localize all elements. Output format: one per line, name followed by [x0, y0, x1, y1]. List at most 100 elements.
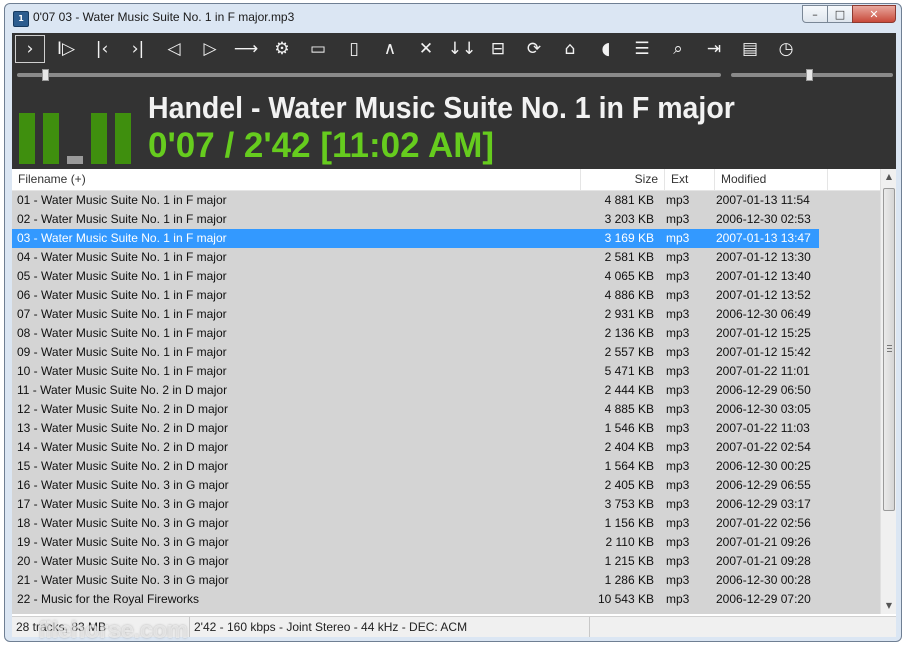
file-ext: mp3 — [666, 307, 690, 321]
file-size: 3 753 KB — [604, 497, 654, 511]
file-ext: mp3 — [666, 250, 690, 264]
column-header-ext[interactable]: Ext — [665, 169, 715, 190]
table-row[interactable]: 04 - Water Music Suite No. 1 in F major 2… — [12, 248, 880, 267]
up-button[interactable]: ∧ — [375, 35, 405, 63]
table-row[interactable]: 02 - Water Music Suite No. 1 in F major 3… — [12, 210, 880, 229]
file-name: 17 - Water Music Suite No. 3 in G major — [17, 497, 229, 511]
panel-button[interactable]: ▯ — [339, 35, 369, 63]
table-row[interactable]: 06 - Water Music Suite No. 1 in F major 4… — [12, 286, 880, 305]
file-name: 22 - Music for the Royal Fireworks — [17, 592, 200, 606]
file-modified: 2007-01-13 11:54 — [716, 193, 810, 207]
goto-button[interactable]: ⟶ — [231, 35, 261, 63]
table-row[interactable]: 20 - Water Music Suite No. 3 in G major 1… — [12, 552, 880, 571]
maximize-button[interactable]: □ — [827, 5, 853, 23]
table-row[interactable]: 19 - Water Music Suite No. 3 in G major 2… — [12, 533, 880, 552]
nextfolder-button[interactable]: ▷ — [195, 35, 225, 63]
file-modified: 2006-12-29 07:20 — [716, 592, 811, 606]
file-name: 01 - Water Music Suite No. 1 in F major — [17, 193, 227, 207]
file-size: 10 543 KB — [597, 592, 654, 606]
table-row[interactable]: 08 - Water Music Suite No. 1 in F major 2… — [12, 324, 880, 343]
file-size: 2 931 KB — [604, 307, 654, 321]
file-size: 4 885 KB — [604, 402, 654, 416]
file-modified: 2006-12-30 02:53 — [716, 212, 811, 226]
scroll-thumb[interactable] — [883, 188, 895, 511]
app-icon[interactable]: 1 — [13, 11, 29, 27]
table-row[interactable]: 16 - Water Music Suite No. 3 in G major 2… — [12, 476, 880, 495]
split-button[interactable]: ⊟ — [483, 35, 513, 63]
play-icon: › — [26, 39, 34, 59]
table-row[interactable]: 03 - Water Music Suite No. 1 in F major 3… — [12, 229, 880, 248]
file-modified: 2007-01-22 11:01 — [716, 364, 810, 378]
close-button[interactable]: ✕ — [411, 35, 441, 63]
seek-thumb[interactable] — [42, 69, 50, 81]
scroll-up-icon[interactable]: ▲ — [881, 169, 897, 185]
prevfolder-button[interactable]: ◁ — [159, 35, 189, 63]
file-modified: 2007-01-12 13:52 — [716, 288, 811, 302]
table-row[interactable]: 14 - Water Music Suite No. 2 in D major 2… — [12, 438, 880, 457]
home-button[interactable]: ⌂ — [555, 35, 585, 63]
list-button[interactable]: ☰ — [627, 35, 657, 63]
table-row[interactable]: 18 - Water Music Suite No. 3 in G major 1… — [12, 514, 880, 533]
meter-bar — [19, 113, 35, 164]
next-button[interactable]: ›| — [123, 35, 153, 63]
vertical-scrollbar[interactable]: ▲ ▼ — [880, 169, 896, 614]
close-window-button[interactable]: ✕ — [852, 5, 896, 23]
refresh-button[interactable]: ⟳ — [519, 35, 549, 63]
column-header-size[interactable]: Size — [581, 169, 665, 190]
table-row[interactable]: 13 - Water Music Suite No. 2 in D major 1… — [12, 419, 880, 438]
refresh-icon: ⟳ — [526, 39, 542, 59]
window-controls: – □ ✕ — [802, 5, 896, 23]
title-bar[interactable]: 1 0'07 03 - Water Music Suite No. 1 in F… — [5, 4, 901, 32]
file-size: 5 471 KB — [604, 364, 654, 378]
column-header-modified[interactable]: Modified — [715, 169, 828, 190]
sort-button[interactable]: ↓↓ — [447, 35, 477, 63]
pause-button[interactable]: I▷ — [51, 35, 81, 63]
search-button[interactable]: ⌕ — [663, 35, 693, 63]
table-row[interactable]: 10 - Water Music Suite No. 1 in F major 5… — [12, 362, 880, 381]
remove-button[interactable]: ⇥ — [699, 35, 729, 63]
file-modified: 2006-12-30 00:25 — [716, 459, 811, 473]
file-ext: mp3 — [666, 231, 690, 245]
file-name: 09 - Water Music Suite No. 1 in F major — [17, 345, 227, 359]
table-row[interactable]: 15 - Water Music Suite No. 2 in D major 1… — [12, 457, 880, 476]
table-row[interactable]: 17 - Water Music Suite No. 3 in G major 3… — [12, 495, 880, 514]
table-row[interactable]: 09 - Water Music Suite No. 1 in F major 2… — [12, 343, 880, 362]
file-modified: 2006-12-30 03:05 — [716, 402, 811, 416]
file-modified: 2006-12-29 06:55 — [716, 478, 811, 492]
table-row[interactable]: 07 - Water Music Suite No. 1 in F major 2… — [12, 305, 880, 324]
close-icon: ✕ — [418, 39, 434, 59]
file-name: 19 - Water Music Suite No. 3 in G major — [17, 535, 229, 549]
file-size: 3 169 KB — [604, 231, 654, 245]
file-ext: mp3 — [666, 364, 690, 378]
seek-bar[interactable] — [17, 73, 721, 77]
table-row[interactable]: 01 - Water Music Suite No. 1 in F major 4… — [12, 191, 880, 210]
volume-thumb[interactable] — [805, 69, 813, 81]
scroll-down-icon[interactable]: ▼ — [881, 598, 897, 614]
settings-button[interactable]: ⚙ — [267, 35, 297, 63]
file-ext: mp3 — [666, 497, 690, 511]
minimize-button[interactable]: – — [802, 5, 828, 23]
table-row[interactable]: 05 - Water Music Suite No. 1 in F major 4… — [12, 267, 880, 286]
table-row[interactable]: 21 - Water Music Suite No. 3 in G major 1… — [12, 571, 880, 590]
table-row[interactable]: 22 - Music for the Royal Fireworks 10 543… — [12, 590, 880, 609]
prev-button[interactable]: |‹ — [87, 35, 117, 63]
info-button[interactable]: ▤ — [735, 35, 765, 63]
file-name: 14 - Water Music Suite No. 2 in D major — [17, 440, 228, 454]
file-name: 07 - Water Music Suite No. 1 in F major — [17, 307, 227, 321]
file-ext: mp3 — [666, 326, 690, 340]
file-name: 13 - Water Music Suite No. 2 in D major — [17, 421, 228, 435]
file-modified: 2007-01-12 15:42 — [716, 345, 811, 359]
column-header-filename[interactable]: Filename (+) — [12, 169, 581, 190]
info-card-icon: ▤ — [741, 39, 759, 59]
volume-button[interactable]: ◖ — [591, 35, 621, 63]
file-size: 4 886 KB — [604, 288, 654, 302]
file-modified: 2007-01-21 09:26 — [716, 535, 811, 549]
file-ext: mp3 — [666, 421, 690, 435]
gear-icon: ⚙ — [274, 39, 290, 59]
play-button[interactable]: › — [15, 35, 45, 63]
clock-button[interactable]: ◷ — [771, 35, 801, 63]
clock-icon: ◷ — [778, 39, 794, 59]
table-row[interactable]: 11 - Water Music Suite No. 2 in D major 2… — [12, 381, 880, 400]
window-button[interactable]: ▭ — [303, 35, 333, 63]
table-row[interactable]: 12 - Water Music Suite No. 2 in D major 4… — [12, 400, 880, 419]
